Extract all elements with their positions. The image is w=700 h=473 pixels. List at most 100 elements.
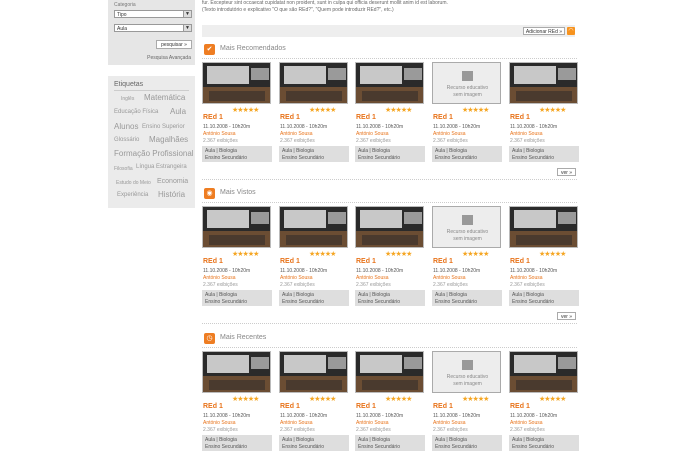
add-red-button[interactable]: Adicionar REd »	[523, 27, 565, 35]
rating-stars[interactable]: ★★★★★	[539, 250, 566, 258]
type-select[interactable]: Tipo ▼	[114, 10, 192, 18]
resource-thumbnail-placeholder[interactable]: Recurso educativo sem imagem	[432, 62, 501, 104]
resource-card[interactable]: ★★★★★ REd 1 11.10.2008 - 10h20m António Sou…	[355, 206, 425, 310]
resource-card[interactable]: ★★★★★ REd 1 11.10.2008 - 10h20m António Sou…	[202, 351, 272, 455]
tag-link[interactable]: Alunos	[114, 122, 138, 131]
tag-link[interactable]: Língua Estrangeira	[136, 164, 187, 170]
resource-card[interactable]: Recurso educativo sem imagem ★★★★★ REd 1 11.…	[432, 206, 502, 310]
resource-thumbnail-placeholder[interactable]: Recurso educativo sem imagem	[432, 351, 501, 393]
author-link[interactable]: António Sousa	[203, 131, 236, 137]
resource-card[interactable]: Recurso educativo sem imagem ★★★★★ REd 1 11.…	[432, 62, 502, 166]
rating-stars[interactable]: ★★★★★	[232, 250, 259, 258]
resource-card[interactable]: ★★★★★ REd 1 11.10.2008 - 10h20m António Sou…	[355, 351, 425, 455]
resource-thumbnail[interactable]	[509, 206, 578, 248]
rating-stars[interactable]: ★★★★★	[385, 106, 412, 114]
author-link[interactable]: António Sousa	[510, 420, 543, 426]
resource-thumbnail[interactable]	[279, 206, 348, 248]
resource-thumbnail[interactable]	[202, 62, 271, 104]
resource-title-link[interactable]: REd 1	[203, 403, 223, 410]
resource-thumbnail[interactable]	[279, 351, 348, 393]
tag-link[interactable]: Filosofia	[114, 166, 133, 172]
author-link[interactable]: António Sousa	[280, 275, 313, 281]
search-button[interactable]: pesquisar »	[156, 40, 192, 49]
resource-title-link[interactable]: REd 1	[433, 403, 453, 410]
level-select[interactable]: Aula ▼	[114, 24, 192, 32]
tag-link[interactable]: Magalhães	[149, 135, 188, 144]
tag-link[interactable]: Experiência	[117, 192, 148, 198]
resource-card[interactable]: ★★★★★ REd 1 11.10.2008 - 10h20m António Sou…	[279, 62, 349, 166]
rss-icon[interactable]: ◠	[567, 27, 575, 35]
rating-stars[interactable]: ★★★★★	[385, 395, 412, 403]
resource-title-link[interactable]: REd 1	[280, 114, 300, 121]
resource-thumbnail[interactable]	[202, 351, 271, 393]
resource-card[interactable]: ★★★★★ REd 1 11.10.2008 - 10h20m António Sou…	[279, 351, 349, 455]
resource-title-link[interactable]: REd 1	[280, 403, 300, 410]
resource-card[interactable]: ★★★★★ REd 1 11.10.2008 - 10h20m António Sou…	[509, 351, 579, 455]
tag-link[interactable]: História	[158, 190, 185, 199]
tag-link[interactable]: Economia	[157, 178, 188, 185]
tag-link[interactable]: Educação Física	[114, 109, 158, 115]
resource-card[interactable]: ★★★★★ REd 1 11.10.2008 - 10h20m António Sou…	[202, 206, 272, 310]
author-link[interactable]: António Sousa	[356, 131, 389, 137]
resource-thumbnail[interactable]	[202, 206, 271, 248]
resource-title-link[interactable]: REd 1	[356, 258, 376, 265]
rating-stars[interactable]: ★★★★★	[232, 106, 259, 114]
rating-stars[interactable]: ★★★★★	[309, 250, 336, 258]
rating-stars[interactable]: ★★★★★	[462, 395, 489, 403]
rating-stars[interactable]: ★★★★★	[462, 250, 489, 258]
author-link[interactable]: António Sousa	[203, 420, 236, 426]
resource-card[interactable]: Recurso educativo sem imagem ★★★★★ REd 1 11.…	[432, 351, 502, 455]
resource-title-link[interactable]: REd 1	[510, 258, 530, 265]
rating-stars[interactable]: ★★★★★	[385, 250, 412, 258]
tag-link[interactable]: Aula	[170, 107, 186, 116]
see-more-button[interactable]: ver »	[557, 168, 576, 176]
rating-stars[interactable]: ★★★★★	[232, 395, 259, 403]
author-link[interactable]: António Sousa	[203, 275, 236, 281]
resource-title-link[interactable]: REd 1	[433, 114, 453, 121]
tag-link[interactable]: Glossário	[114, 137, 139, 143]
author-link[interactable]: António Sousa	[356, 275, 389, 281]
advanced-search-link[interactable]: Pesquisa Avançada	[147, 55, 191, 61]
tag-link[interactable]: Estudo do Meio	[116, 180, 151, 186]
resource-card[interactable]: ★★★★★ REd 1 11.10.2008 - 10h20m António Sou…	[509, 206, 579, 310]
resource-title-link[interactable]: REd 1	[356, 403, 376, 410]
rating-stars[interactable]: ★★★★★	[462, 106, 489, 114]
rating-stars[interactable]: ★★★★★	[539, 106, 566, 114]
rating-stars[interactable]: ★★★★★	[539, 395, 566, 403]
resource-title-link[interactable]: REd 1	[510, 403, 530, 410]
tag-link[interactable]: Formação Profissional	[114, 149, 194, 158]
resource-title-link[interactable]: REd 1	[510, 114, 530, 121]
tag-link[interactable]: Ensino Superior	[142, 124, 185, 130]
resource-title-link[interactable]: REd 1	[203, 258, 223, 265]
author-link[interactable]: António Sousa	[280, 131, 313, 137]
author-link[interactable]: António Sousa	[356, 420, 389, 426]
tag-link[interactable]: Matemática	[144, 93, 185, 102]
author-link[interactable]: António Sousa	[280, 420, 313, 426]
tag-link[interactable]: Inglês	[121, 96, 134, 102]
author-link[interactable]: António Sousa	[433, 420, 466, 426]
resource-thumbnail[interactable]	[279, 62, 348, 104]
resource-card[interactable]: ★★★★★ REd 1 11.10.2008 - 10h20m António Sou…	[202, 62, 272, 166]
resource-card[interactable]: ★★★★★ REd 1 11.10.2008 - 10h20m António Sou…	[509, 62, 579, 166]
resource-title-link[interactable]: REd 1	[280, 258, 300, 265]
rating-stars[interactable]: ★★★★★	[309, 395, 336, 403]
author-link[interactable]: António Sousa	[433, 131, 466, 137]
author-link[interactable]: António Sousa	[510, 131, 543, 137]
resource-thumbnail[interactable]	[509, 62, 578, 104]
resource-level: Ensino Secundário	[435, 444, 477, 450]
resource-title-link[interactable]: REd 1	[203, 114, 223, 121]
author-link[interactable]: António Sousa	[510, 275, 543, 281]
resource-title-link[interactable]: REd 1	[356, 114, 376, 121]
resource-thumbnail[interactable]	[355, 206, 424, 248]
author-link[interactable]: António Sousa	[433, 275, 466, 281]
resource-card[interactable]: ★★★★★ REd 1 11.10.2008 - 10h20m António Sou…	[279, 206, 349, 310]
divider	[202, 323, 577, 325]
rating-stars[interactable]: ★★★★★	[309, 106, 336, 114]
resource-thumbnail[interactable]	[355, 351, 424, 393]
resource-title-link[interactable]: REd 1	[433, 258, 453, 265]
resource-thumbnail[interactable]	[509, 351, 578, 393]
resource-card[interactable]: ★★★★★ REd 1 11.10.2008 - 10h20m António Sou…	[355, 62, 425, 166]
resource-thumbnail[interactable]	[355, 62, 424, 104]
resource-thumbnail-placeholder[interactable]: Recurso educativo sem imagem	[432, 206, 501, 248]
see-more-button[interactable]: ver »	[557, 312, 576, 320]
